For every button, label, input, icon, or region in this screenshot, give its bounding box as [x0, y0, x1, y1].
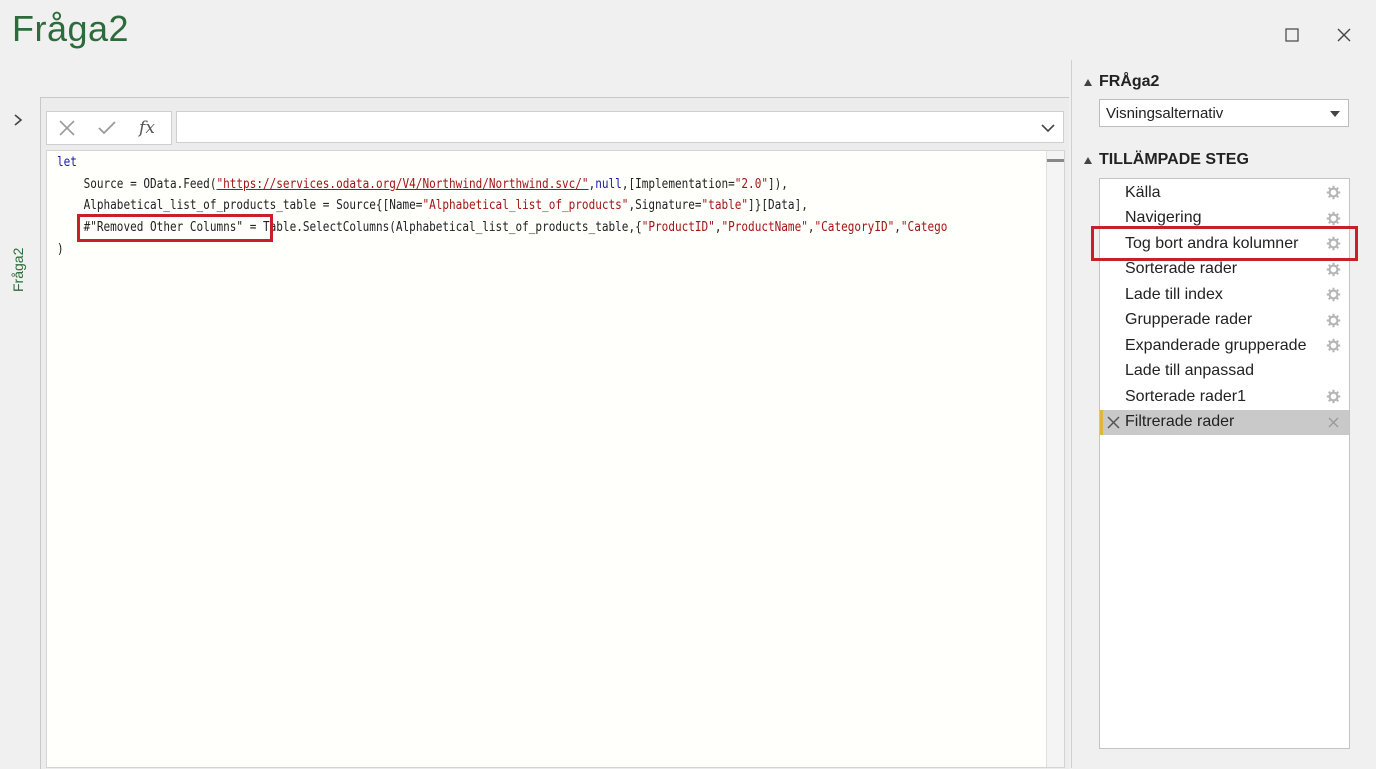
- chevron-down-icon[interactable]: [1039, 119, 1057, 137]
- gear-icon[interactable]: [1326, 313, 1341, 328]
- applied-step-label: Lade till index: [1125, 285, 1223, 303]
- step-name-highlight: [77, 214, 273, 242]
- gear-icon[interactable]: [1326, 338, 1341, 353]
- properties-section-header[interactable]: FRÅga2: [1084, 73, 1159, 91]
- applied-step-label: Lade till anpassad: [1125, 362, 1254, 379]
- active-step-bar: [1100, 409, 1103, 435]
- applied-step-item[interactable]: Lade till anpassad: [1100, 359, 1349, 384]
- queries-pane-collapsed: Fråga2: [0, 98, 38, 768]
- applied-step-label: Navigering: [1125, 209, 1202, 226]
- gear-icon[interactable]: [1326, 211, 1341, 226]
- applied-step-label: Filtrerade rader: [1125, 413, 1235, 430]
- maximize-icon[interactable]: [1279, 22, 1305, 48]
- collapse-triangle-icon: [1084, 156, 1092, 164]
- applied-step-item[interactable]: Grupperade rader: [1100, 308, 1349, 333]
- formula-controls: fx: [46, 111, 172, 145]
- close-icon[interactable]: [1331, 22, 1357, 48]
- dropdown-caret-icon: [1330, 111, 1340, 117]
- code-line-5: ): [57, 242, 64, 257]
- code-line-2: Source = OData.Feed("https://services.od…: [57, 177, 788, 192]
- collapse-triangle-icon: [1084, 78, 1092, 86]
- formula-input[interactable]: [176, 111, 1064, 143]
- expand-queries-chevron-icon[interactable]: [8, 110, 28, 130]
- applied-step-label: Sorterade rader1: [1125, 387, 1246, 405]
- delete-step-icon[interactable]: [1106, 415, 1121, 430]
- applied-step-label: Källa: [1125, 183, 1161, 201]
- window-title: Fråga2: [12, 8, 130, 49]
- gear-icon[interactable]: [1326, 262, 1341, 277]
- fx-label: fx: [139, 118, 155, 138]
- applied-steps-list: Källa Navigering Tog bort andra kolumner So…: [1099, 178, 1350, 749]
- code-line-1: let: [57, 155, 77, 170]
- applied-step-item[interactable]: Filtrerade rader: [1100, 409, 1349, 435]
- applied-step-item[interactable]: Expanderade grupperade: [1100, 333, 1349, 358]
- gear-icon[interactable]: [1326, 389, 1341, 404]
- applied-step-item[interactable]: Källa: [1100, 180, 1349, 205]
- gear-icon[interactable]: [1326, 287, 1341, 302]
- applied-step-item[interactable]: Sorterade rader1: [1100, 384, 1349, 409]
- applied-steps-header[interactable]: TILLÄMPADE STEG: [1084, 151, 1249, 169]
- applied-steps-label: TILLÄMPADE STEG: [1099, 151, 1249, 168]
- pane-divider: [1071, 60, 1072, 768]
- fx-button[interactable]: fx: [127, 113, 167, 143]
- applied-step-label: Grupperade rader: [1125, 311, 1253, 328]
- step-highlight: [1091, 226, 1358, 261]
- check-icon[interactable]: [87, 113, 127, 143]
- view-options-dropdown[interactable]: Visningsalternativ: [1099, 99, 1349, 127]
- gear-icon[interactable]: [1326, 185, 1341, 200]
- code-editor[interactable]: let Source = OData.Feed("https://service…: [46, 150, 1065, 768]
- vertical-scrollbar[interactable]: [1046, 151, 1064, 767]
- queries-rail-label[interactable]: Fråga2: [10, 248, 26, 292]
- applied-step-label: Sorterade rader: [1125, 260, 1238, 277]
- code-line-3: Alphabetical_list_of_products_table = So…: [57, 198, 808, 213]
- applied-step-label: Expanderade grupperade: [1125, 336, 1307, 354]
- properties-header-label: FRÅga2: [1099, 73, 1160, 90]
- view-options-value: Visningsalternativ: [1106, 104, 1224, 122]
- applied-step-item[interactable]: Lade till index: [1100, 282, 1349, 307]
- cancel-icon[interactable]: [47, 113, 87, 143]
- scrollbar-thumb[interactable]: [1047, 159, 1064, 162]
- close-step-icon[interactable]: [1326, 415, 1341, 430]
